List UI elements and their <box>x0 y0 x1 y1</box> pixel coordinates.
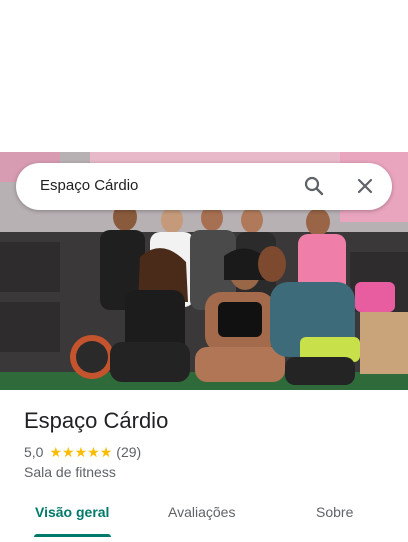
star-icon: ★ <box>74 444 88 460</box>
active-tab-indicator <box>34 534 111 537</box>
tab-bar: Visão geral Avaliações Sobre <box>0 494 408 542</box>
close-icon[interactable] <box>354 175 376 197</box>
rating-stars: ★ ★ ★ ★ ★ <box>49 445 112 459</box>
place-category: Sala de fitness <box>24 464 116 480</box>
search-input[interactable]: Espaço Cárdio <box>40 177 138 194</box>
place-title: Espaço Cárdio <box>24 408 169 433</box>
star-icon: ★ <box>99 444 113 460</box>
star-icon: ★ <box>87 444 100 460</box>
rating-value: 5,0 <box>24 444 44 460</box>
review-count[interactable]: (29) <box>116 444 141 460</box>
star-icon: ★ <box>49 444 63 460</box>
tab-about[interactable]: Sobre <box>316 504 353 520</box>
search-bar[interactable]: Espaço Cárdio <box>16 163 392 210</box>
search-icon[interactable] <box>303 175 325 197</box>
tab-reviews[interactable]: Avaliações <box>168 504 235 520</box>
tab-overview[interactable]: Visão geral <box>35 504 109 520</box>
rating-row[interactable]: 5,0 ★ ★ ★ ★ ★ (29) <box>24 443 141 461</box>
star-icon: ★ <box>62 444 75 460</box>
